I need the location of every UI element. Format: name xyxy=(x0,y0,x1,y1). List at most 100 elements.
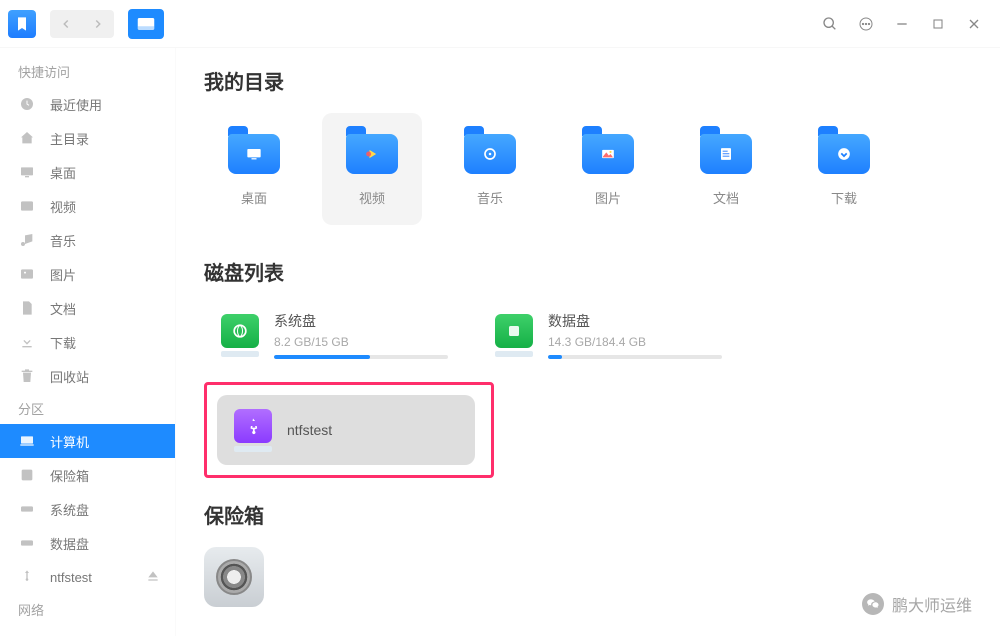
sidebar-item-label: 计算机 xyxy=(50,432,89,451)
dir-label: 视频 xyxy=(359,188,385,207)
sidebar-item-ntfstest[interactable]: ntfstest xyxy=(0,560,175,594)
folder-icon xyxy=(582,132,634,176)
nav-back-button[interactable] xyxy=(50,10,82,38)
watermark-text: 鹏大师运维 xyxy=(892,592,972,616)
dir-card-music[interactable]: 音乐 xyxy=(440,113,540,225)
sidebar-item-music[interactable]: 音乐 xyxy=(0,223,175,257)
sidebar-item-datadisk[interactable]: 数据盘 xyxy=(0,526,175,560)
eject-icon[interactable] xyxy=(145,568,161,587)
disk-progress xyxy=(548,355,722,359)
folder-icon xyxy=(818,132,870,176)
vault-item[interactable] xyxy=(204,547,264,607)
usb-highlight-box: ntfstest xyxy=(204,382,494,478)
disk-name: 数据盘 xyxy=(548,311,722,331)
disk-progress xyxy=(274,355,448,359)
maximize-button[interactable] xyxy=(920,6,956,42)
folder-icon xyxy=(464,132,516,176)
disk-size: 14.3 GB/184.4 GB xyxy=(548,335,722,349)
dir-label: 桌面 xyxy=(241,188,267,207)
nav-forward-button[interactable] xyxy=(82,10,114,38)
sidebar-item-download[interactable]: 下载 xyxy=(0,325,175,359)
desktop-icon xyxy=(18,163,36,181)
sidebar-item-label: 回收站 xyxy=(50,367,89,386)
sidebar-item-label: 下载 xyxy=(50,333,76,352)
section-mydir: 我的目录 xyxy=(204,66,972,95)
sidebar-item-desktop[interactable]: 桌面 xyxy=(0,155,175,189)
folder-icon xyxy=(346,132,398,176)
disk-row: 系统盘 8.2 GB/15 GB 数据盘 14.3 GB/184.4 GB xyxy=(204,304,972,366)
sidebar-item-label: 视频 xyxy=(50,197,76,216)
dir-card-download[interactable]: 下载 xyxy=(794,113,894,225)
minimize-button[interactable] xyxy=(884,6,920,42)
disk-size: 8.2 GB/15 GB xyxy=(274,335,448,349)
doc-icon xyxy=(18,299,36,317)
sidebar-item-computer[interactable]: 计算机 xyxy=(0,424,175,458)
wechat-icon xyxy=(862,593,884,615)
section-disklist: 磁盘列表 xyxy=(204,257,972,286)
sidebar: 快捷访问 最近使用 主目录 桌面 视频 音乐 图片 文档 xyxy=(0,48,176,636)
nav-group xyxy=(50,10,114,38)
dir-grid: 桌面 视频 音乐 图片 文档 下载 xyxy=(204,113,972,225)
disk-card-system[interactable]: 系统盘 8.2 GB/15 GB xyxy=(204,304,462,366)
sidebar-item-image[interactable]: 图片 xyxy=(0,257,175,291)
disk-icon xyxy=(495,314,533,348)
disk-icon xyxy=(18,500,36,518)
vault-dial-icon xyxy=(216,559,252,595)
home-icon xyxy=(18,129,36,147)
sidebar-item-label: 最近使用 xyxy=(50,95,102,114)
section-vault: 保险箱 xyxy=(204,500,972,529)
sidebar-section-network: 网络 xyxy=(0,594,175,625)
search-icon[interactable] xyxy=(812,6,848,42)
image-icon xyxy=(18,265,36,283)
dir-card-image[interactable]: 图片 xyxy=(558,113,658,225)
computer-icon xyxy=(18,432,36,450)
download-icon xyxy=(18,333,36,351)
usb-icon xyxy=(18,568,36,586)
sidebar-item-label: ntfstest xyxy=(50,570,92,585)
sidebar-item-label: 主目录 xyxy=(50,129,89,148)
sidebar-item-systemdisk[interactable]: 系统盘 xyxy=(0,492,175,526)
sidebar-item-label: 音乐 xyxy=(50,231,76,250)
disk-name: 系统盘 xyxy=(274,311,448,331)
close-button[interactable] xyxy=(956,6,992,42)
usb-disk-icon xyxy=(234,409,272,443)
dir-label: 下载 xyxy=(831,188,857,207)
folder-icon xyxy=(700,132,752,176)
sidebar-item-label: 桌面 xyxy=(50,163,76,182)
sidebar-item-home[interactable]: 主目录 xyxy=(0,121,175,155)
vault-icon xyxy=(18,466,36,484)
active-tab-icon[interactable] xyxy=(128,9,164,39)
sidebar-item-label: 保险箱 xyxy=(50,466,89,485)
sidebar-item-vault[interactable]: 保险箱 xyxy=(0,458,175,492)
dir-card-desktop[interactable]: 桌面 xyxy=(204,113,304,225)
music-icon xyxy=(18,231,36,249)
clock-icon xyxy=(18,95,36,113)
sidebar-item-label: 图片 xyxy=(50,265,76,284)
main-panel: 我的目录 桌面 视频 音乐 图片 文档 下载 磁盘列表 系统盘 8.2 GB/15 GB 数据… xyxy=(176,48,1000,636)
sidebar-item-trash[interactable]: 回收站 xyxy=(0,359,175,393)
disk-icon xyxy=(221,314,259,348)
sidebar-item-doc[interactable]: 文档 xyxy=(0,291,175,325)
dir-label: 音乐 xyxy=(477,188,503,207)
watermark: 鹏大师运维 xyxy=(862,592,972,616)
sidebar-item-video[interactable]: 视频 xyxy=(0,189,175,223)
sidebar-item-label: 文档 xyxy=(50,299,76,318)
titlebar xyxy=(0,0,1000,48)
disk-card-data[interactable]: 数据盘 14.3 GB/184.4 GB xyxy=(478,304,736,366)
disk-card-usb[interactable]: ntfstest xyxy=(217,395,475,465)
dir-label: 图片 xyxy=(595,188,621,207)
app-icon xyxy=(8,10,36,38)
video-icon xyxy=(18,197,36,215)
folder-icon xyxy=(228,132,280,176)
more-icon[interactable] xyxy=(848,6,884,42)
sidebar-item-label: 数据盘 xyxy=(50,534,89,553)
dir-label: 文档 xyxy=(713,188,739,207)
trash-icon xyxy=(18,367,36,385)
disk-name: ntfstest xyxy=(287,422,461,438)
dir-card-play[interactable]: 视频 xyxy=(322,113,422,225)
sidebar-item-recent[interactable]: 最近使用 xyxy=(0,87,175,121)
sidebar-section-partition: 分区 xyxy=(0,393,175,424)
dir-card-doc[interactable]: 文档 xyxy=(676,113,776,225)
sidebar-item-label: 系统盘 xyxy=(50,500,89,519)
disk-icon xyxy=(18,534,36,552)
